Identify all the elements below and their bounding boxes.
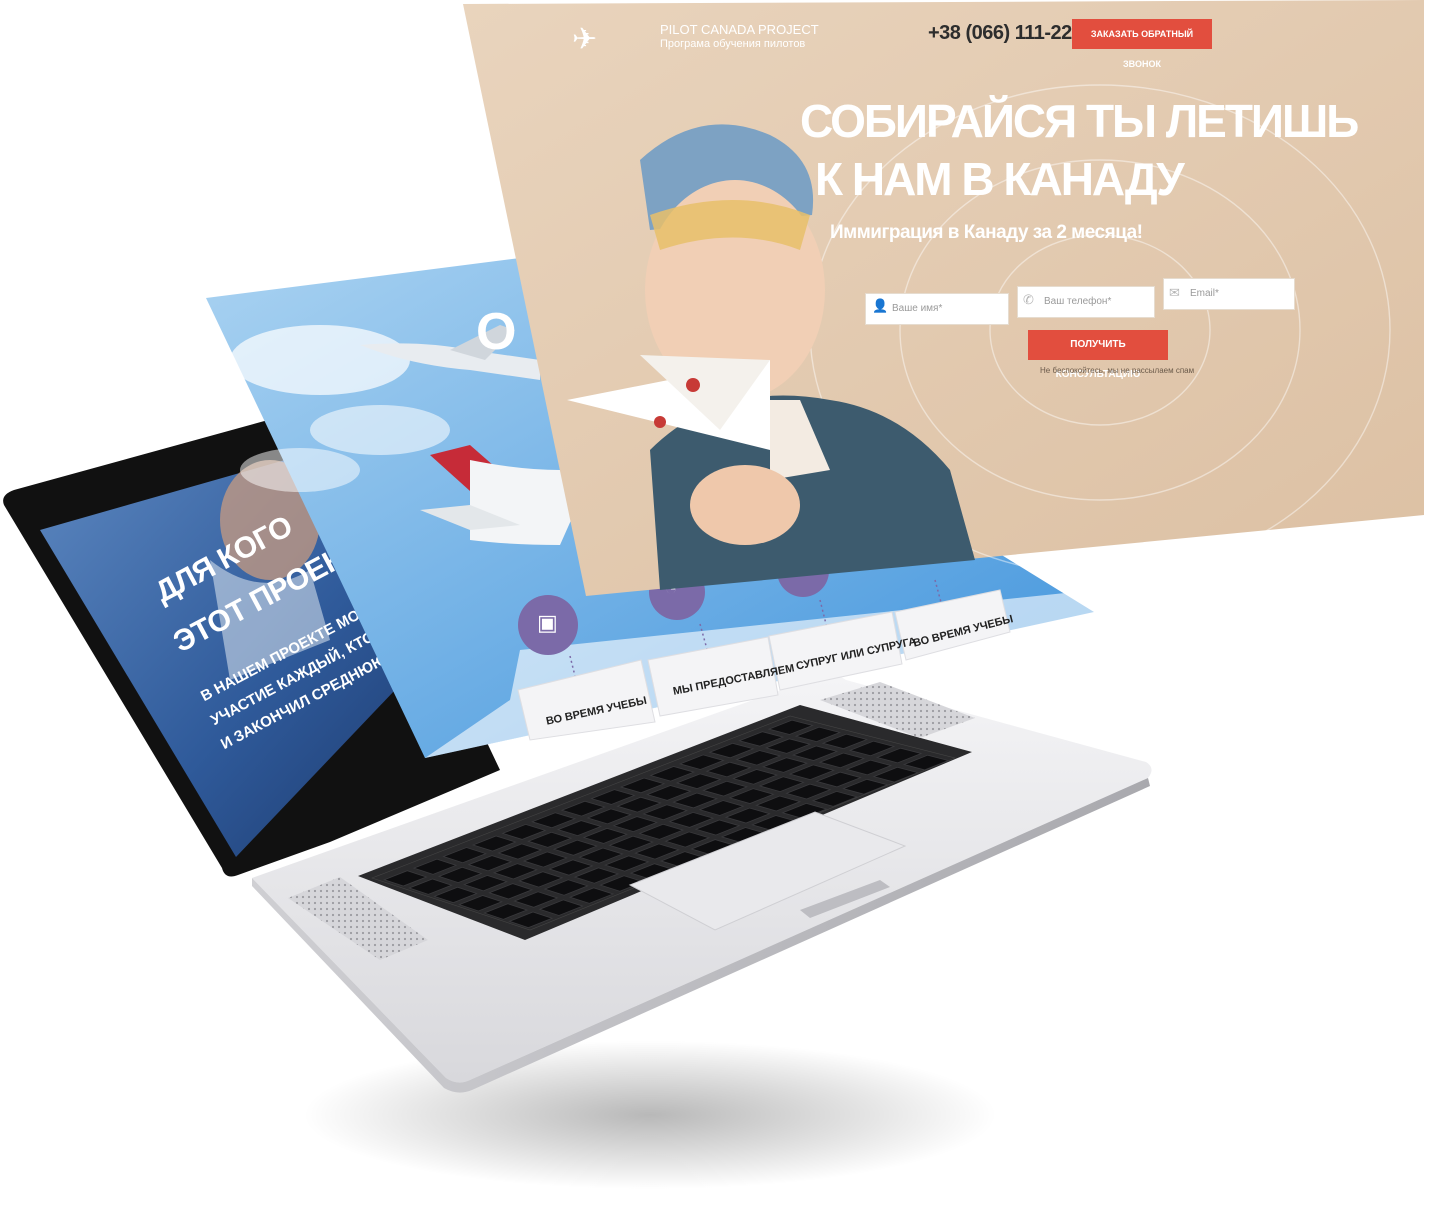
mail-icon: ✉ <box>1169 285 1180 300</box>
headline-line1: Собирайся ты летишь <box>800 95 1359 147</box>
phone-input[interactable]: Ваш телефон* <box>1018 287 1154 317</box>
headline-line2: к нам в Канаду <box>815 153 1185 205</box>
spam-note: Не беспокойтесь, мы не рассылаем спам <box>1040 366 1195 375</box>
callback-button[interactable]: Заказать обратный звонок <box>1072 19 1212 69</box>
front-screen-graphic <box>463 0 1424 596</box>
subheadline: Иммиграция в Канаду за 2 месяца! <box>830 222 1143 243</box>
airplane-logo-icon: ✈ <box>572 23 598 56</box>
user-icon: 👤 <box>872 298 889 313</box>
phone-icon: ✆ <box>1023 292 1034 307</box>
consult-button[interactable]: Получить консультацию <box>1028 330 1168 380</box>
email-input[interactable]: Email* <box>1164 279 1294 309</box>
logo-subtitle: Програма обучения пилотов <box>660 38 806 50</box>
front-screen: ✈ PILOT CANADA PROJECT Програма обучения… <box>0 0 1429 1232</box>
logo-title: PILOT CANADA PROJECT <box>660 22 819 37</box>
